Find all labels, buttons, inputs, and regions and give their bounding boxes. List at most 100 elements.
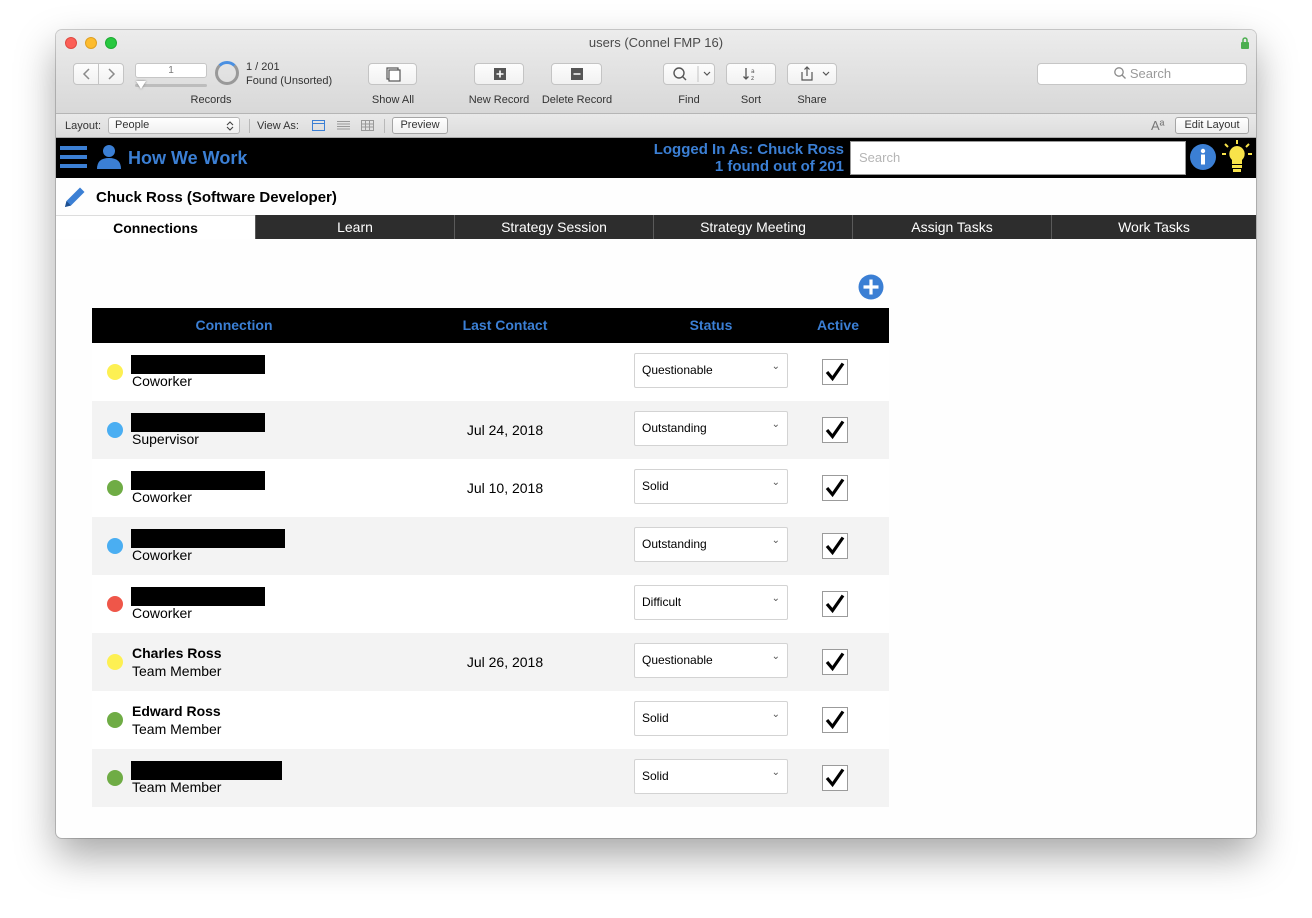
- app-header: How We Work Logged In As: Chuck Ross 1 f…: [56, 138, 1256, 178]
- table-row[interactable]: Coworker Difficult ⌄: [92, 575, 889, 633]
- checkmark-icon: [825, 478, 845, 498]
- record-slider-handle[interactable]: [136, 81, 146, 89]
- search-icon: [1114, 67, 1126, 79]
- sort-button[interactable]: a z: [726, 63, 776, 85]
- find-label: Find: [678, 94, 700, 106]
- app-title: How We Work: [128, 148, 248, 168]
- table-view-icon[interactable]: [361, 120, 374, 131]
- status-select[interactable]: Questionable ⌄: [634, 643, 788, 678]
- connection-name[interactable]: Edward Ross: [132, 703, 221, 719]
- status-dot: [107, 364, 123, 380]
- last-contact-date[interactable]: Jul 26, 2018: [432, 654, 578, 670]
- table-row[interactable]: Edward Ross Team Member Solid ⌄: [92, 691, 889, 749]
- checkmark-icon: [825, 652, 845, 672]
- last-contact-date[interactable]: Jul 24, 2018: [432, 422, 578, 438]
- layout-select[interactable]: People: [108, 117, 240, 134]
- table-row[interactable]: Supervisor Jul 24, 2018 Outstanding ⌄: [92, 401, 889, 459]
- status-select[interactable]: Solid ⌄: [634, 759, 788, 794]
- delete-record-button[interactable]: [551, 63, 602, 85]
- window-title: users (Connel FMP 16): [588, 35, 724, 50]
- status-select[interactable]: Outstanding ⌄: [634, 527, 788, 562]
- tab-assign-tasks[interactable]: Assign Tasks: [852, 215, 1051, 239]
- show-all-button[interactable]: [368, 63, 417, 85]
- pencil-edit-icon[interactable]: [61, 185, 87, 211]
- status-select-value: Outstanding: [642, 421, 707, 435]
- chevron-left-icon: [82, 68, 90, 80]
- tab-strategy-meeting[interactable]: Strategy Meeting: [653, 215, 852, 239]
- found-count: 1 / 201: [246, 61, 280, 73]
- chevron-down-icon: ⌄: [771, 419, 780, 430]
- status-dot: [107, 712, 123, 728]
- column-header-connection: Connection: [195, 317, 273, 333]
- chevron-down-icon: ⌄: [771, 767, 780, 778]
- record-navigation: [73, 63, 124, 85]
- status-dot: [107, 422, 123, 438]
- tab-work-tasks[interactable]: Work Tasks: [1051, 215, 1256, 239]
- magnifier-icon: [673, 66, 711, 82]
- active-checkbox[interactable]: [822, 475, 848, 501]
- active-checkbox[interactable]: [822, 765, 848, 791]
- preview-button[interactable]: Preview: [392, 117, 448, 134]
- active-checkbox[interactable]: [822, 707, 848, 733]
- column-header-active: Active: [816, 317, 860, 333]
- lightbulb-icon[interactable]: [1222, 140, 1252, 174]
- connection-name[interactable]: Charles Ross: [132, 645, 221, 661]
- hamburger-menu-icon[interactable]: [60, 144, 87, 170]
- table-row[interactable]: Team Member Solid ⌄: [92, 749, 889, 807]
- tab-learn[interactable]: Learn: [255, 215, 454, 239]
- connection-role: Team Member: [132, 779, 222, 795]
- quick-find-search[interactable]: Search: [1037, 63, 1247, 85]
- find-button[interactable]: [663, 63, 715, 85]
- add-connection-button[interactable]: [858, 274, 884, 300]
- share-button[interactable]: [787, 63, 837, 85]
- found-state: Found (Unsorted): [246, 75, 333, 87]
- active-checkbox[interactable]: [822, 591, 848, 617]
- table-row[interactable]: Coworker Jul 10, 2018 Solid ⌄: [92, 459, 889, 517]
- text-format-icon[interactable]: Aª: [1151, 118, 1164, 133]
- table-row[interactable]: Charles Ross Team Member Jul 26, 2018 Quest…: [92, 633, 889, 691]
- chevron-down-icon: ⌄: [771, 709, 780, 720]
- quick-find-placeholder: Search: [1129, 66, 1172, 81]
- checkmark-icon: [825, 362, 845, 382]
- active-checkbox[interactable]: [822, 417, 848, 443]
- connection-role: Coworker: [132, 373, 192, 389]
- delete-record-label: Delete Record: [541, 94, 613, 106]
- active-checkbox[interactable]: [822, 649, 848, 675]
- status-select[interactable]: Difficult ⌄: [634, 585, 788, 620]
- connection-role: Coworker: [132, 605, 192, 621]
- sort-label: Sort: [740, 94, 762, 106]
- status-select[interactable]: Solid ⌄: [634, 469, 788, 504]
- table-row[interactable]: Coworker Questionable ⌄: [92, 343, 889, 401]
- active-checkbox[interactable]: [822, 359, 848, 385]
- connection-role: Coworker: [132, 489, 192, 505]
- status-select[interactable]: Outstanding ⌄: [634, 411, 788, 446]
- status-select[interactable]: Solid ⌄: [634, 701, 788, 736]
- active-checkbox[interactable]: [822, 533, 848, 559]
- tab-strategy-session[interactable]: Strategy Session: [454, 215, 653, 239]
- chevron-down-icon: ⌄: [771, 593, 780, 604]
- divider: [249, 119, 250, 133]
- status-dot: [107, 654, 123, 670]
- previous-record-button[interactable]: [74, 64, 99, 84]
- new-record-button[interactable]: [474, 63, 524, 85]
- redacted-name: [131, 587, 265, 606]
- record-number-field[interactable]: 1: [135, 63, 207, 78]
- toolbar: users (Connel FMP 16) 1 1 / 201 Found (U…: [56, 30, 1256, 114]
- svg-text:z: z: [751, 75, 754, 82]
- plus-icon: [494, 68, 506, 80]
- chevron-down-icon: ⌄: [771, 651, 780, 662]
- list-view-icon[interactable]: [337, 120, 350, 131]
- connection-role: Team Member: [132, 721, 222, 737]
- info-icon[interactable]: [1189, 143, 1217, 171]
- table-row[interactable]: Coworker Outstanding ⌄: [92, 517, 889, 575]
- header-search-input[interactable]: Search: [850, 141, 1186, 175]
- svg-text:a: a: [751, 68, 755, 75]
- tab-connections[interactable]: Connections: [56, 215, 255, 239]
- status-select-value: Questionable: [642, 653, 713, 667]
- edit-layout-button[interactable]: Edit Layout: [1175, 117, 1249, 134]
- form-view-icon[interactable]: [312, 120, 325, 131]
- next-record-button[interactable]: [99, 64, 124, 84]
- connection-role: Supervisor: [132, 431, 199, 447]
- status-select[interactable]: Questionable ⌄: [634, 353, 788, 388]
- last-contact-date[interactable]: Jul 10, 2018: [432, 480, 578, 496]
